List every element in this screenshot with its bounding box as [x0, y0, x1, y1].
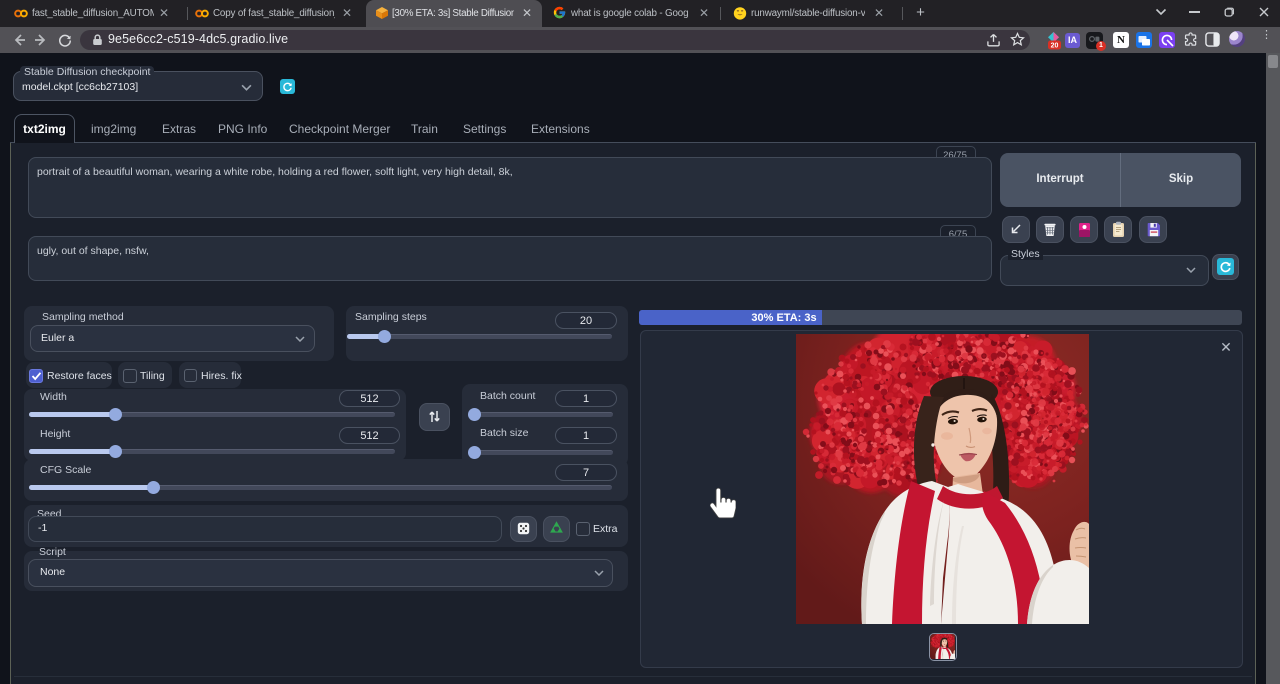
svg-text:20: 20	[1051, 43, 1059, 50]
